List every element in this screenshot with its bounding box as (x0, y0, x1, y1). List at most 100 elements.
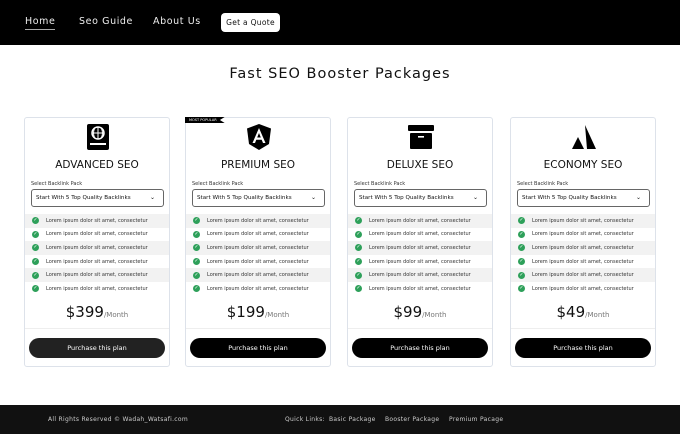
check-icon: ✓ (518, 230, 525, 238)
angular-icon (245, 123, 273, 151)
check-icon: ✓ (32, 217, 39, 225)
feature-list: ✓ Lorem ipsum dolor sit amet, consectetur… (348, 214, 492, 296)
feature-item: ✓ Lorem ipsum dolor sit amet, consectetur (25, 268, 169, 282)
feature-list: ✓ Lorem ipsum dolor sit amet, consectetur… (511, 214, 655, 296)
feature-item: ✓ Lorem ipsum dolor sit amet, consectetur (32, 285, 148, 293)
feature-item: ✓ Lorem ipsum dolor sit amet, consectetur (518, 285, 634, 293)
footer: All Rights Reserved © Wadah_Watsafi.com … (0, 405, 680, 434)
check-icon: ✓ (355, 271, 362, 279)
plan-price: $399/Month (65, 303, 129, 321)
page-title: Fast SEO Booster Packages (229, 66, 451, 82)
select-label: Select Backlink Pack (354, 181, 406, 187)
feature-item: ✓ Lorem ipsum dolor sit amet, consectetur (511, 214, 655, 228)
divider (186, 328, 330, 329)
feature-item: ✓ Lorem ipsum dolor sit amet, consectetur (32, 258, 148, 266)
plan-card: DELUXE SEO Select Backlink Pack Start Wi… (347, 117, 493, 367)
feature-item: ✓ Lorem ipsum dolor sit amet, consectetur (511, 268, 655, 282)
plan-card: ECONOMY SEO Select Backlink Pack Start W… (510, 117, 656, 367)
chevron-down-icon: ⌄ (149, 194, 155, 201)
feature-item: ✓ Lorem ipsum dolor sit amet, consectetur (511, 241, 655, 255)
feature-item: ✓ Lorem ipsum dolor sit amet, consectetur (186, 241, 330, 255)
plan-name: DELUXE SEO (386, 159, 454, 171)
check-icon: ✓ (32, 271, 39, 279)
copyright: All Rights Reserved © Wadah_Watsafi.com (48, 416, 189, 423)
purchase-button[interactable]: Purchase this plan (29, 338, 165, 358)
feature-item: ✓ Lorem ipsum dolor sit amet, consectetur (348, 214, 492, 228)
feature-item: ✓ Lorem ipsum dolor sit amet, consectetur (193, 285, 309, 293)
nav-about[interactable]: About Us (153, 16, 201, 27)
plan-price: $199/Month (226, 303, 290, 321)
get-quote-button[interactable]: Get a Quote (221, 13, 280, 32)
quick-links-label: Quick Links: (285, 416, 325, 423)
check-icon: ✓ (32, 230, 39, 238)
plan-name: ECONOMY SEO (543, 159, 623, 171)
plan-price: $99/Month (393, 303, 447, 321)
chevron-down-icon: ⌄ (472, 194, 478, 201)
check-icon: ✓ (193, 217, 200, 225)
plan-name: ADVANCED SEO (55, 159, 139, 171)
feature-item: ✓ Lorem ipsum dolor sit amet, consectetur (193, 230, 309, 238)
footer-link-booster[interactable]: Booster Package (385, 416, 439, 423)
check-icon: ✓ (32, 244, 39, 252)
feature-item: ✓ Lorem ipsum dolor sit amet, consectetur (186, 214, 330, 228)
check-icon: ✓ (32, 258, 39, 266)
feature-item: ✓ Lorem ipsum dolor sit amet, consectetur (186, 268, 330, 282)
check-icon: ✓ (193, 244, 200, 252)
feature-list: ✓ Lorem ipsum dolor sit amet, consectetur… (186, 214, 330, 296)
chevron-down-icon: ⌄ (635, 194, 641, 201)
nav-home[interactable]: Home (25, 16, 56, 30)
feature-item: ✓ Lorem ipsum dolor sit amet, consectetur (25, 214, 169, 228)
check-icon: ✓ (518, 258, 525, 266)
select-label: Select Backlink Pack (192, 181, 244, 187)
check-icon: ✓ (193, 258, 200, 266)
purchase-button[interactable]: Purchase this plan (352, 338, 488, 358)
check-icon: ✓ (518, 244, 525, 252)
feature-item: ✓ Lorem ipsum dolor sit amet, consectetur (193, 258, 309, 266)
plan-card: MOST POPULAR PREMIUM SEO Select Backlink… (185, 117, 331, 367)
plan-price: $49/Month (556, 303, 610, 321)
feature-item: ✓ Lorem ipsum dolor sit amet, consectetur (518, 258, 634, 266)
globe-book-icon (84, 123, 112, 151)
feature-item: ✓ Lorem ipsum dolor sit amet, consectetur (518, 230, 634, 238)
check-icon: ✓ (355, 285, 362, 293)
divider (25, 328, 169, 329)
plan-name: PREMIUM SEO (220, 159, 296, 171)
feature-item: ✓ Lorem ipsum dolor sit amet, consectetur (355, 285, 471, 293)
archive-box-icon (407, 123, 435, 151)
feature-list: ✓ Lorem ipsum dolor sit amet, consectetur… (25, 214, 169, 296)
purchase-button[interactable]: Purchase this plan (190, 338, 326, 358)
footer-link-premium[interactable]: Premium Pacage (449, 416, 503, 423)
select-label: Select Backlink Pack (517, 181, 569, 187)
check-icon: ✓ (355, 230, 362, 238)
header: Home Seo Guide About Us Get a Quote (0, 0, 680, 45)
plan-card: ADVANCED SEO Select Backlink Pack Start … (24, 117, 170, 367)
check-icon: ✓ (193, 230, 200, 238)
check-icon: ✓ (355, 258, 362, 266)
feature-item: ✓ Lorem ipsum dolor sit amet, consectetur (355, 230, 471, 238)
check-icon: ✓ (193, 285, 200, 293)
feature-item: ✓ Lorem ipsum dolor sit amet, consectetur (348, 268, 492, 282)
check-icon: ✓ (518, 217, 525, 225)
check-icon: ✓ (355, 217, 362, 225)
most-popular-badge: MOST POPULAR (185, 117, 225, 123)
select-label: Select Backlink Pack (31, 181, 83, 187)
purchase-button[interactable]: Purchase this plan (515, 338, 651, 358)
atlassian-icon (570, 123, 598, 151)
feature-item: ✓ Lorem ipsum dolor sit amet, consectetur (348, 241, 492, 255)
footer-link-basic[interactable]: Basic Package (329, 416, 376, 423)
backlink-pack-select[interactable]: Start With 5 Top Quality Backlinks ⌄ (517, 189, 650, 207)
backlink-pack-select[interactable]: Start With 5 Top Quality Backlinks ⌄ (192, 189, 325, 207)
backlink-pack-select[interactable]: Start With 5 Top Quality Backlinks ⌄ (31, 189, 164, 207)
check-icon: ✓ (355, 244, 362, 252)
feature-item: ✓ Lorem ipsum dolor sit amet, consectetur (355, 258, 471, 266)
check-icon: ✓ (518, 285, 525, 293)
divider (511, 328, 655, 329)
check-icon: ✓ (32, 285, 39, 293)
chevron-down-icon: ⌄ (310, 194, 316, 201)
check-icon: ✓ (518, 271, 525, 279)
nav-seo-guide[interactable]: Seo Guide (79, 16, 133, 27)
backlink-pack-select[interactable]: Start With 5 Top Quality Backlinks ⌄ (354, 189, 487, 207)
feature-item: ✓ Lorem ipsum dolor sit amet, consectetur (25, 241, 169, 255)
check-icon: ✓ (193, 271, 200, 279)
divider (348, 328, 492, 329)
